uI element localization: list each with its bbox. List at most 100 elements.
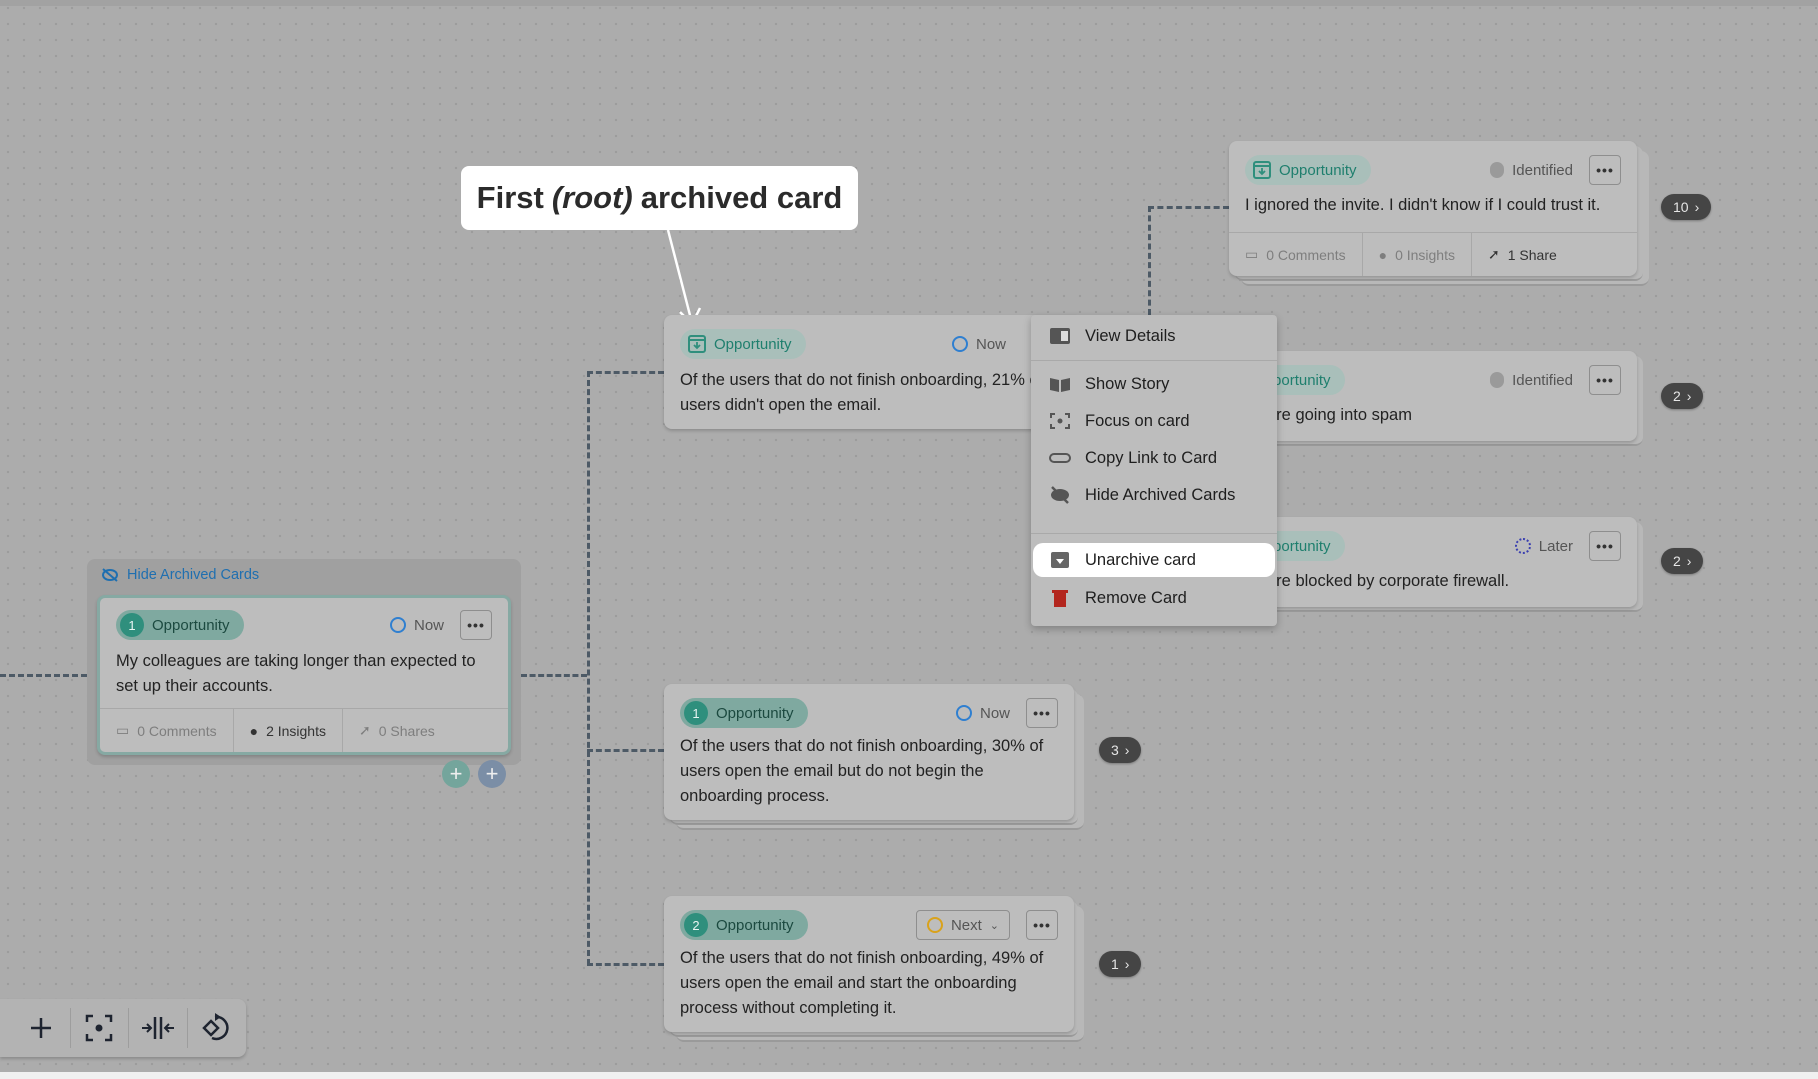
menu-label: Remove Card: [1085, 588, 1187, 607]
opportunity-card[interactable]: 1 Opportunity Now ••• Of the users that d…: [664, 684, 1074, 820]
count-label: 1: [1111, 956, 1119, 972]
card-number: 1: [684, 701, 708, 725]
clock-icon: [389, 617, 406, 633]
insights-count: 2 Insights: [266, 722, 326, 739]
card-text: Of the users that do not finish onboardi…: [680, 737, 1044, 805]
comments-button[interactable]: ▭ 0 Comments: [100, 709, 234, 752]
sidebar-panel-icon: [1050, 328, 1070, 344]
shares-button[interactable]: ➚ 1 Share: [1472, 233, 1573, 276]
menu-divider: [1031, 360, 1277, 361]
more-options-button[interactable]: •••: [1026, 910, 1058, 940]
status-label: Identified: [1512, 371, 1573, 389]
connector: [587, 371, 590, 965]
card-type-pill: 2 Opportunity: [680, 910, 808, 940]
card-type: Opportunity: [152, 616, 230, 634]
unarchive-icon: [1051, 552, 1069, 568]
card-status[interactable]: Identified: [1490, 162, 1573, 179]
menu-item-focus-on-card[interactable]: Focus on card: [1033, 404, 1275, 438]
menu-item-hide-archived[interactable]: Hide Archived Cards: [1033, 478, 1275, 512]
root-archived-card[interactable]: Opportunity Now Of the users that do not…: [664, 315, 1082, 429]
bottom-strip: [0, 1072, 1818, 1079]
focus-icon: [86, 1014, 113, 1042]
reset-layout-button[interactable]: [188, 1008, 246, 1048]
card-status[interactable]: Now: [951, 335, 1006, 353]
opportunity-card[interactable]: Opportunity Identified ••• es are going …: [1229, 351, 1637, 441]
menu-label: Copy Link to Card: [1085, 448, 1218, 467]
callout-text: First: [476, 180, 544, 215]
hide-archived-toggle[interactable]: Hide Archived Cards: [101, 567, 259, 583]
comment-icon: ▭: [116, 722, 130, 738]
card-status[interactable]: Now: [389, 617, 444, 634]
connector: [0, 674, 87, 677]
card-text: es are going into spam: [1245, 406, 1412, 424]
status-label: Now: [975, 335, 1006, 353]
children-count-button[interactable]: 10 ›: [1661, 194, 1712, 220]
card-status[interactable]: Later: [1514, 537, 1573, 555]
card-text: Of the users that do not finish onboardi…: [680, 371, 1044, 414]
count-label: 3: [1111, 742, 1119, 758]
opportunity-card[interactable]: 1 Opportunity Now ••• My colleagues are t…: [97, 595, 511, 755]
card-type-pill: Opportunity: [680, 329, 806, 359]
opportunity-card[interactable]: Opportunity Later ••• es are blocked by …: [1229, 517, 1637, 607]
plus-icon: +: [449, 761, 463, 786]
card-type-pill: 1 Opportunity: [116, 610, 244, 640]
opportunity-card[interactable]: 2 Opportunity Next ⌄ ••• Of the users that…: [664, 896, 1074, 1032]
insights-button[interactable]: ● 2 Insights: [234, 709, 343, 752]
card-text: Of the users that do not finish onboardi…: [680, 949, 1044, 1017]
more-options-button[interactable]: •••: [1026, 698, 1058, 728]
more-options-button[interactable]: •••: [1589, 365, 1621, 395]
add-sibling-button[interactable]: +: [478, 760, 506, 788]
chevron-right-icon: ›: [1124, 956, 1130, 972]
fingerprint-icon: [1490, 162, 1505, 178]
fingerprint-icon: [1490, 372, 1505, 388]
children-count-button[interactable]: 2 ›: [1661, 383, 1704, 409]
more-options-button[interactable]: •••: [1589, 155, 1621, 185]
chevron-right-icon: ›: [1124, 742, 1130, 758]
share-icon: ➚: [359, 722, 371, 738]
menu-label: Unarchive card: [1085, 550, 1196, 569]
opportunity-card[interactable]: Opportunity Identified ••• I ignored the…: [1229, 141, 1637, 276]
add-button[interactable]: [12, 1008, 71, 1048]
card-text: es are blocked by corporate firewall.: [1245, 572, 1510, 590]
status-label: Later: [1538, 537, 1573, 555]
focus-icon: [1050, 413, 1070, 429]
collapse-button[interactable]: [129, 1008, 188, 1048]
children-count-button[interactable]: 1 ›: [1099, 951, 1142, 977]
lightbulb-icon: ●: [249, 722, 259, 739]
comments-count: 0 Comments: [137, 722, 217, 739]
card-status[interactable]: Now: [955, 704, 1010, 722]
menu-item-view-details[interactable]: View Details: [1033, 319, 1275, 353]
connector: [587, 963, 664, 966]
card-type-pill: 1 Opportunity: [680, 698, 808, 728]
collapse-icon: [141, 1017, 174, 1039]
connector: [587, 749, 664, 752]
menu-divider: [1031, 533, 1277, 534]
status-dropdown[interactable]: Next ⌄: [915, 910, 1010, 940]
focus-button[interactable]: [71, 1008, 130, 1048]
shares-count: 1 Share: [1507, 246, 1557, 263]
callout-annotation: First (root) archived card: [461, 166, 858, 230]
more-options-button[interactable]: •••: [1589, 531, 1621, 561]
menu-item-unarchive-card[interactable]: Unarchive card: [1033, 543, 1275, 577]
count-label: 10: [1673, 199, 1689, 215]
menu-label: Focus on card: [1085, 411, 1190, 430]
clock-icon: [951, 336, 968, 352]
insights-button[interactable]: ● 0 Insights: [1363, 233, 1472, 276]
callout-text: archived card: [640, 180, 843, 215]
comments-button[interactable]: ▭ 0 Comments: [1229, 233, 1363, 276]
shares-button[interactable]: ➚ 0 Shares: [343, 709, 451, 752]
menu-item-remove-card[interactable]: Remove Card: [1033, 581, 1275, 615]
archive-icon: [688, 335, 706, 353]
add-child-button[interactable]: +: [442, 760, 470, 788]
status-label: Now: [979, 704, 1010, 722]
menu-label: Show Story: [1085, 374, 1170, 393]
count-label: 2: [1673, 388, 1681, 404]
reset-layout-icon: [201, 1013, 229, 1041]
card-status[interactable]: Identified: [1490, 372, 1573, 389]
plus-icon: +: [485, 761, 499, 786]
more-options-button[interactable]: •••: [460, 610, 492, 640]
menu-item-copy-link[interactable]: Copy Link to Card: [1033, 441, 1275, 475]
children-count-button[interactable]: 2 ›: [1661, 548, 1704, 574]
children-count-button[interactable]: 3 ›: [1099, 737, 1142, 763]
menu-item-show-story[interactable]: Show Story: [1033, 367, 1275, 401]
